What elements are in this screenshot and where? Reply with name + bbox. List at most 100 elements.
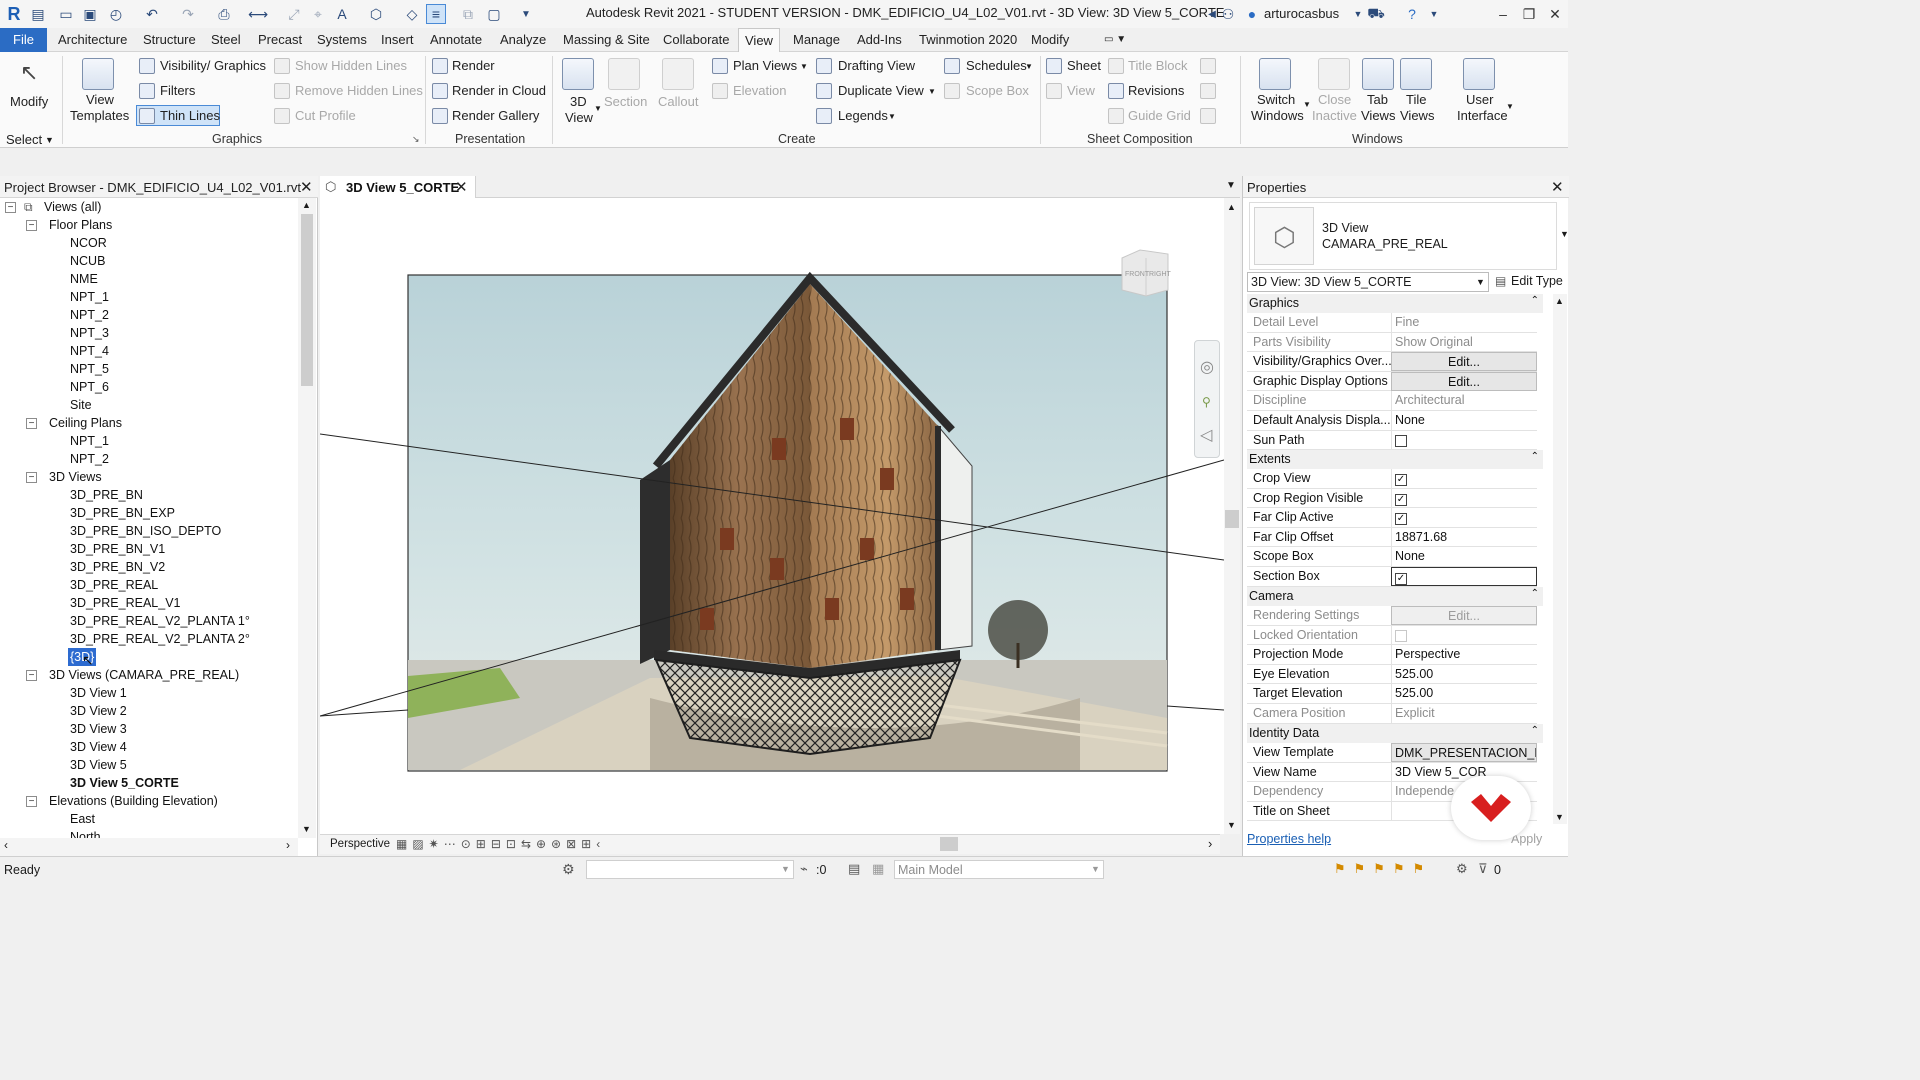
restore-icon[interactable]: ❐ xyxy=(1516,3,1542,25)
tab-annotate[interactable]: Annotate xyxy=(424,28,488,52)
collapse-toggle-icon[interactable]: − xyxy=(26,220,37,231)
tree-item[interactable]: NCUB xyxy=(70,252,105,270)
user-interface-dropdown-icon[interactable]: ▼ xyxy=(1506,102,1514,111)
help-icon[interactable]: ? xyxy=(1402,4,1422,24)
graphics-dialog-launcher-icon[interactable]: ↘ xyxy=(412,134,420,145)
3d-view-canvas[interactable]: FRONT RIGHT ◎ ⚲ ◁ xyxy=(319,198,1225,834)
sheet-button[interactable]: Sheet xyxy=(1067,58,1101,73)
projection-mode-field[interactable]: Perspective xyxy=(1391,645,1537,665)
tab-steel[interactable]: Steel xyxy=(205,28,247,52)
view-control-icons[interactable]: ▦▨✷⋯⊙⊞⊟⊡⇆⊕⊛⊠⊞‹ xyxy=(396,837,605,851)
drafting-view-button[interactable]: Drafting View xyxy=(838,58,915,73)
home-icon[interactable]: ▤ xyxy=(28,4,48,24)
tree-root-views[interactable]: Views (all) xyxy=(44,198,101,216)
tree-group-elevations[interactable]: Elevations (Building Elevation) xyxy=(49,792,218,810)
ribbon-options-icon[interactable]: ▭ ▼ xyxy=(1098,28,1132,52)
instance-dropdown-icon[interactable]: ▼ xyxy=(1476,277,1485,287)
projection-label[interactable]: Perspective xyxy=(330,838,390,850)
guide-grid-button[interactable]: Guide Grid xyxy=(1128,108,1191,123)
zoom-icon[interactable]: ⚲ xyxy=(1202,395,1211,409)
tile-views-label-1[interactable]: Tile xyxy=(1406,92,1426,107)
thin-lines-icon[interactable]: ≡ xyxy=(426,4,446,24)
tree-item[interactable]: NPT_3 xyxy=(70,324,109,342)
tab-architecture[interactable]: Architecture xyxy=(52,28,133,52)
visibility-graphics-button[interactable]: Visibility/ Graphics xyxy=(160,58,266,73)
tree-item[interactable]: 3D View 2 xyxy=(70,702,127,720)
scroll-up-icon[interactable]: ▲ xyxy=(1227,202,1236,212)
switch-windows-dropdown-icon[interactable]: ▼ xyxy=(1303,100,1311,109)
scroll-up-icon[interactable]: ▲ xyxy=(1555,296,1564,306)
tree-item[interactable]: 3D_PRE_BN_V1 xyxy=(70,540,165,558)
duplicate-view-dropdown-icon[interactable]: ▼ xyxy=(928,87,936,96)
duplicate-view-button[interactable]: Duplicate View xyxy=(838,83,924,98)
section-icon[interactable]: ◇ xyxy=(402,4,422,24)
far-clip-offset-field[interactable]: 18871.68 xyxy=(1391,527,1537,547)
tree-item[interactable]: NPT_1 xyxy=(70,432,109,450)
tree-item[interactable]: 3D View 5 xyxy=(70,756,127,774)
tab-massing-site[interactable]: Massing & Site xyxy=(557,28,656,52)
view-scroll-thumb[interactable] xyxy=(1225,510,1239,528)
tree-item[interactable]: NME xyxy=(70,270,98,288)
view-hscroll-thumb[interactable] xyxy=(940,837,958,851)
tree-item[interactable]: 3D_PRE_BN_ISO_DEPTO xyxy=(70,522,221,540)
undo-icon[interactable]: ↶ xyxy=(142,4,162,24)
collapse-toggle-icon[interactable]: − xyxy=(5,202,16,213)
render-gallery-button[interactable]: Render Gallery xyxy=(452,108,539,123)
property-group-extents[interactable]: Extents ⌃ xyxy=(1247,450,1543,469)
callout-button[interactable]: Callout xyxy=(658,94,698,109)
scroll-down-icon[interactable]: ▼ xyxy=(1227,820,1236,830)
edit-type-button[interactable]: Edit Type xyxy=(1511,274,1563,288)
tree-item-active-view[interactable]: 3D View 5_CORTE xyxy=(70,774,179,792)
collapse-group-icon[interactable]: ⌃ xyxy=(1531,588,1539,599)
view-tabs-dropdown-icon[interactable]: ▼ xyxy=(1226,180,1236,191)
revisions-button[interactable]: Revisions xyxy=(1128,83,1184,98)
target-elevation-field[interactable]: 525.00 xyxy=(1391,684,1537,704)
print-icon[interactable]: ⎙ xyxy=(214,4,234,24)
tag-icon[interactable]: ⌖ xyxy=(308,4,328,24)
exclude-options-icon[interactable]: ▦ xyxy=(872,861,884,877)
collapse-group-icon[interactable]: ⌃ xyxy=(1531,725,1539,736)
minimize-icon[interactable]: – xyxy=(1490,3,1516,25)
design-option-selector[interactable]: Main Model ▼ xyxy=(894,860,1104,879)
tab-modify[interactable]: Modify xyxy=(1025,28,1075,52)
collapse-group-icon[interactable]: ⌃ xyxy=(1531,295,1539,306)
scroll-up-icon[interactable]: ▲ xyxy=(302,200,311,210)
user-name[interactable]: arturocasbus xyxy=(1264,6,1339,21)
workset-selector[interactable]: ▼ xyxy=(586,860,794,879)
scope-box-button[interactable]: Scope Box xyxy=(966,83,1029,98)
dimension-icon[interactable]: ⤢ xyxy=(284,4,304,24)
property-group-identity-data[interactable]: Identity Data ⌃ xyxy=(1247,724,1543,743)
tree-item[interactable]: North xyxy=(70,828,101,838)
redo-icon[interactable]: ↷ xyxy=(178,4,198,24)
properties-scrollbar[interactable] xyxy=(1553,294,1567,824)
tree-group-ceiling-plans[interactable]: Ceiling Plans xyxy=(49,414,122,432)
select-chevron-icon[interactable]: ▼ xyxy=(45,135,54,145)
plan-views-button[interactable]: Plan Views xyxy=(733,58,797,73)
tab-analyze[interactable]: Analyze xyxy=(494,28,552,52)
sync-icon[interactable]: ◴ xyxy=(106,4,126,24)
view-templates-label-1[interactable]: View xyxy=(86,92,114,107)
graphic-display-edit-button[interactable]: Edit... xyxy=(1391,371,1537,391)
collapse-toggle-icon[interactable]: − xyxy=(26,796,37,807)
steering-wheel-icon[interactable]: ◎ xyxy=(1200,357,1214,377)
properties-help-link[interactable]: Properties help xyxy=(1247,832,1331,846)
tree-item[interactable]: 3D View 1 xyxy=(70,684,127,702)
tree-item[interactable]: 3D View 4 xyxy=(70,738,127,756)
tab-twinmotion[interactable]: Twinmotion 2020 xyxy=(913,28,1023,52)
tab-views-label-2[interactable]: Views xyxy=(1361,108,1395,123)
tab-insert[interactable]: Insert xyxy=(375,28,420,52)
project-browser-horizontal-scrollbar[interactable] xyxy=(0,838,298,856)
tree-item[interactable]: East xyxy=(70,810,95,828)
property-value[interactable]: Architectural xyxy=(1391,391,1537,411)
measure-icon[interactable]: ⟷ xyxy=(248,4,268,24)
selection-filter-icons[interactable]: ⚑⚑⚑⚑⚑ xyxy=(1334,861,1432,877)
elevation-button[interactable]: Elevation xyxy=(733,83,786,98)
filters-button[interactable]: Filters xyxy=(160,83,195,98)
3d-view-label-1[interactable]: 3D xyxy=(570,94,587,109)
plan-views-dropdown-icon[interactable]: ▼ xyxy=(800,62,808,71)
tab-collaborate[interactable]: Collaborate xyxy=(657,28,736,52)
tree-item[interactable]: NPT_5 xyxy=(70,360,109,378)
default-3d-view-icon[interactable]: ⬡ xyxy=(366,4,386,24)
tab-views-label-1[interactable]: Tab xyxy=(1367,92,1388,107)
background-processes-icon[interactable]: ⚙ xyxy=(1456,861,1468,877)
